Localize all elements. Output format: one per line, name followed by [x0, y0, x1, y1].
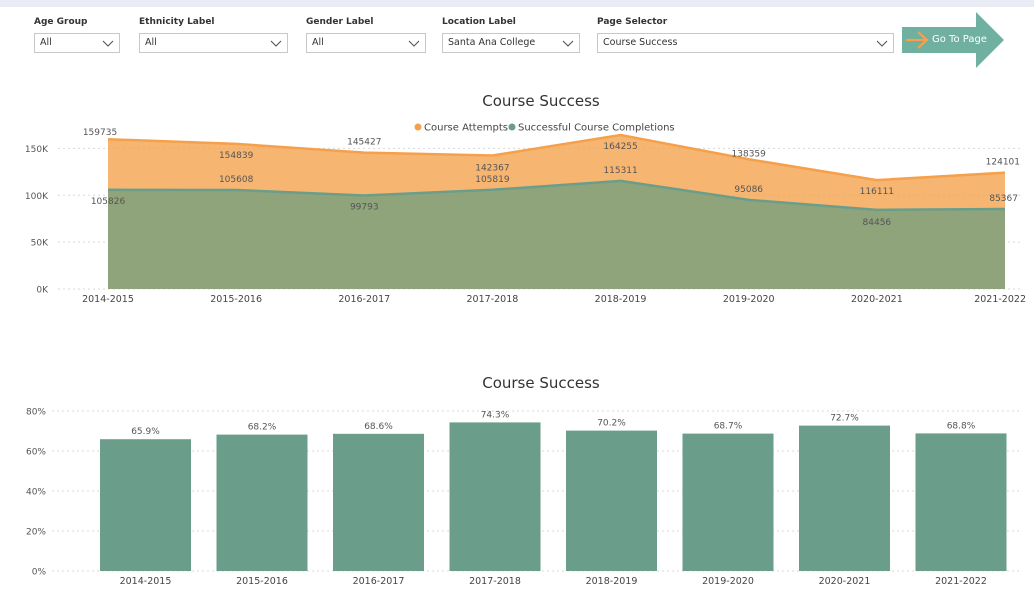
page-selector-dropdown[interactable]: Course Success [597, 33, 894, 53]
bar [100, 439, 191, 571]
dropdown-value: All [312, 37, 324, 48]
x-tick-label: 2015-2016 [236, 576, 288, 587]
data-label-completions: 105608 [219, 175, 254, 185]
y-tick-label: 20% [26, 528, 46, 538]
y-tick-label: 100K [25, 192, 49, 202]
bar [682, 433, 774, 571]
data-label-attempts: 116111 [860, 187, 894, 197]
x-tick-label: 2017-2018 [467, 294, 519, 305]
bar-data-label: 68.8% [947, 421, 976, 431]
x-tick-label: 2021-2022 [935, 576, 987, 587]
slicer-ethnicity: Ethnicity Label All [139, 16, 288, 53]
data-label-completions: 105826 [91, 197, 126, 207]
bar-data-label: 74.3% [481, 410, 510, 420]
legend-label-attempts: Course Attempts [424, 123, 508, 134]
dropdown-value: All [40, 37, 52, 48]
chevron-down-icon [270, 40, 282, 47]
dropdown-value: Santa Ana College [448, 37, 536, 48]
x-tick-label: 2016-2017 [338, 294, 390, 305]
x-tick-label: 2020-2021 [819, 576, 871, 587]
x-tick-label: 2020-2021 [851, 294, 903, 305]
legend-label-completions: Successful Course Completions [518, 123, 675, 134]
bar-data-label: 68.7% [714, 422, 743, 432]
data-label-attempts: 124101 [986, 158, 1020, 168]
y-tick-label: 150K [25, 145, 49, 155]
y-tick-label: 50K [31, 239, 49, 249]
go-to-page-button[interactable] [902, 12, 1004, 68]
bar [333, 433, 424, 571]
gender-dropdown[interactable]: All [306, 33, 426, 53]
age-group-dropdown[interactable]: All [34, 33, 120, 53]
course-success-bar-chart: Course Success 0% 20% 40% 60% 80% 65.9% 2014-2… [26, 374, 1020, 587]
x-tick-label: 2014-2015 [120, 576, 172, 587]
chevron-down-icon [562, 40, 574, 47]
chart-legend: Course Attempts Successful Course Comple… [414, 123, 675, 134]
chevron-down-icon [408, 40, 420, 47]
slicer-label: Page Selector [597, 17, 668, 27]
location-dropdown[interactable]: Santa Ana College [442, 33, 580, 53]
chart-title: Course Success [482, 374, 600, 392]
y-tick-label: 80% [26, 408, 46, 418]
bar [915, 433, 1007, 571]
bar [449, 422, 541, 571]
bar-data-label: 68.6% [364, 422, 393, 432]
data-label-attempts: 145427 [347, 138, 381, 148]
data-label-completions: 99793 [350, 202, 379, 212]
slicer-label: Ethnicity Label [139, 17, 215, 27]
legend-marker-completions [508, 123, 516, 131]
data-label-attempts: 138359 [732, 149, 767, 159]
dropdown-value: All [145, 37, 157, 48]
x-tick-label: 2018-2019 [595, 294, 647, 305]
bar [216, 434, 308, 571]
bar-data-label: 65.9% [131, 427, 160, 437]
data-label-completions: 105819 [475, 175, 510, 185]
legend-marker-attempts [414, 123, 422, 131]
x-tick-label: 2019-2020 [702, 576, 754, 587]
x-tick-label: 2016-2017 [353, 576, 405, 587]
chevron-down-icon [102, 40, 114, 47]
x-tick-label: 2021-2022 [974, 294, 1026, 305]
bar-data-label: 72.7% [830, 414, 859, 424]
bar [566, 430, 657, 571]
bar-data-label: 70.2% [597, 419, 626, 429]
data-label-attempts: 154839 [219, 151, 254, 161]
bar [799, 425, 890, 571]
data-label-attempts: 164255 [603, 142, 637, 152]
course-success-area-chart: Course Success Course Attempts Successfu… [25, 92, 1026, 305]
ethnicity-dropdown[interactable]: All [139, 33, 288, 53]
x-tick-label: 2018-2019 [586, 576, 638, 587]
chevron-down-icon [876, 40, 888, 47]
slicer-age-group: Age Group All [34, 16, 120, 53]
data-label-completions: 95086 [734, 185, 763, 195]
y-tick-label: 40% [26, 488, 46, 498]
bar-data-label: 68.2% [248, 423, 277, 433]
data-label-attempts: 159735 [83, 128, 117, 138]
x-tick-label: 2017-2018 [469, 576, 521, 587]
slicer-label: Age Group [34, 17, 88, 27]
slicer-location: Location Label Santa Ana College [442, 16, 580, 53]
slicer-gender: Gender Label All [306, 16, 426, 53]
dropdown-value: Course Success [603, 37, 678, 48]
x-tick-label: 2019-2020 [723, 294, 775, 305]
y-tick-label: 0% [32, 568, 47, 578]
top-accent-bar [0, 0, 1034, 7]
slicer-page-selector: Page Selector Course Success [597, 16, 894, 53]
slicer-label: Location Label [442, 17, 516, 27]
y-tick-label: 0K [36, 286, 49, 296]
slicer-label: Gender Label [306, 17, 374, 27]
x-tick-label: 2015-2016 [210, 294, 262, 305]
x-tick-label: 2014-2015 [82, 294, 134, 305]
data-label-attempts: 142367 [475, 164, 509, 174]
y-tick-label: 60% [26, 448, 46, 458]
data-label-completions: 85367 [989, 194, 1018, 204]
chart-title: Course Success [482, 92, 600, 110]
data-label-completions: 84456 [863, 218, 892, 228]
data-label-completions: 115311 [603, 166, 637, 176]
